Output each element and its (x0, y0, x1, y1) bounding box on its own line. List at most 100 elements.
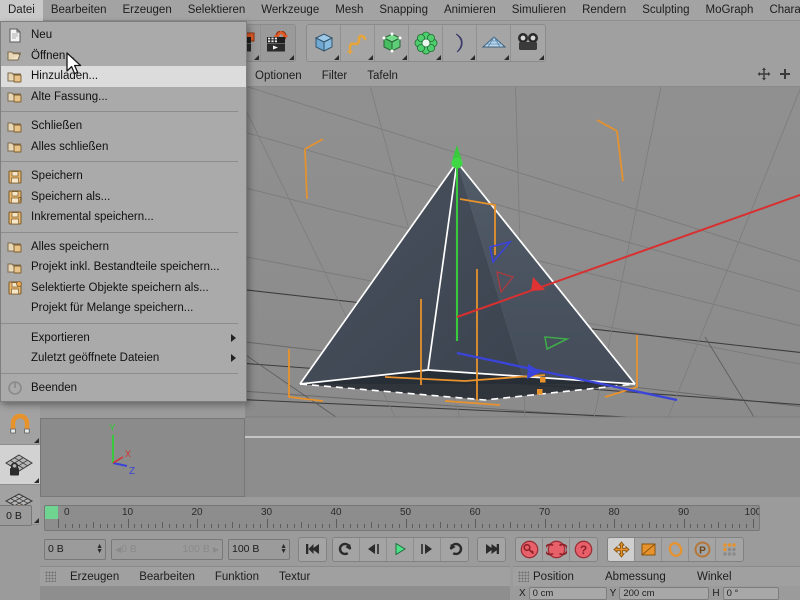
preview-range-field[interactable]: ◀ 0 B 100 B ▶ (111, 538, 223, 560)
file-menu-item-schlie-en[interactable]: Schließen (1, 116, 246, 137)
menu-item-mograph[interactable]: MoGraph (698, 0, 762, 21)
file-menu-item-alles-speichern[interactable]: Alles speichern (1, 237, 246, 258)
timeline-tick (551, 524, 553, 528)
spline-pen-icon[interactable] (341, 25, 375, 61)
position-x-field[interactable]: 0 cm (528, 586, 607, 600)
step-forward-icon[interactable] (414, 537, 441, 561)
material-menu-erzeugen[interactable]: Erzeugen (60, 571, 129, 583)
material-menu-textur[interactable]: Textur (269, 571, 320, 583)
perspective-viewport[interactable]: Optionen Filter Tafeln (245, 65, 800, 497)
timeline-tick (190, 524, 192, 528)
timeline-tick (259, 524, 261, 528)
step-back-icon[interactable] (360, 537, 387, 561)
menu-item-snapping[interactable]: Snapping (371, 0, 436, 21)
size-y-field[interactable]: 200 cm (619, 586, 710, 600)
range-end-value: 100 B (182, 543, 210, 555)
max-time-field[interactable]: 100 B ▲ ▼ (228, 538, 290, 560)
file-menu-item-selektierte-objekte-speichern-als[interactable]: Selektierte Objekte speichern als... (1, 278, 246, 299)
record-key-icon[interactable] (516, 537, 543, 561)
file-menu-item-alles-schlie-en[interactable]: Alles schließen (1, 137, 246, 158)
timeline-tick-label: 90 (677, 507, 690, 518)
go-to-end-icon[interactable] (478, 537, 505, 561)
max-time-stepper[interactable]: ▲ ▼ (280, 543, 287, 555)
generator-nurbs-icon[interactable] (375, 25, 409, 61)
timeline-tick (468, 524, 470, 528)
environment-floor-icon[interactable] (477, 25, 511, 61)
menu-item-simulieren[interactable]: Simulieren (504, 0, 574, 21)
range-right-arrow[interactable]: ▶ (213, 545, 219, 554)
menu-item-charak[interactable]: Charak (761, 0, 800, 21)
play-backward-loop-icon[interactable] (333, 537, 360, 561)
material-menu-bearbeiten[interactable]: Bearbeiten (129, 571, 205, 583)
zoom-view-icon[interactable] (778, 67, 792, 84)
key-rotation-icon[interactable] (662, 537, 689, 561)
file-menu-item-projekt-f-r-melange-speichern[interactable]: Projekt für Melange speichern... (1, 298, 246, 319)
autokey-icon[interactable] (543, 537, 570, 561)
timeline-tick (565, 524, 567, 528)
viewport-axis-preview-panel[interactable]: Y Z X (40, 418, 245, 497)
bend-deformer-icon[interactable] (443, 25, 477, 61)
play-icon[interactable] (387, 537, 414, 561)
file-menu-item-zuletzt-ge-ffnete-dateien[interactable]: Zuletzt geöffnete Dateien (1, 348, 246, 369)
viewport-menu-tafeln[interactable]: Tafeln (357, 70, 408, 82)
timeline-tick (620, 524, 622, 528)
material-menu-funktion[interactable]: Funktion (205, 571, 269, 583)
key-position-icon[interactable] (608, 537, 635, 561)
key-dots-icon[interactable] (716, 537, 743, 561)
cube-primitive-icon[interactable] (307, 25, 341, 61)
menu-item-datei[interactable]: Datei (0, 0, 43, 21)
file-menu-item-hinzuladen[interactable]: Hinzuladen... (1, 66, 246, 87)
menu-item-selektieren[interactable]: Selektieren (180, 0, 254, 21)
go-to-start-icon[interactable] (299, 537, 326, 561)
menu-item-mesh[interactable]: Mesh (327, 0, 371, 21)
menu-item-rendern[interactable]: Rendern (574, 0, 634, 21)
coordinates-manager-grip[interactable] (518, 571, 529, 582)
file-menu-item-alte-fassung[interactable]: Alte Fassung... (1, 87, 246, 108)
file-menu-item-neu[interactable]: Neu (1, 25, 246, 46)
file-menu-item-projekt-inkl-bestandteile-speichern[interactable]: Projekt inkl. Bestandteile speichern... (1, 257, 246, 278)
material-manager-area[interactable] (40, 586, 510, 600)
file-menu-item-beenden[interactable]: Beenden (1, 378, 246, 399)
file-menu-item-exportieren[interactable]: Exportieren (1, 328, 246, 349)
file-menu-item-speichern-als[interactable]: ? Speichern als... (1, 187, 246, 208)
file-menu-item-speichern[interactable]: Speichern (1, 166, 246, 187)
viewport-menu-filter[interactable]: Filter (312, 70, 358, 82)
camera-icon[interactable] (511, 25, 545, 61)
menu-item-sculpting[interactable]: Sculpting (634, 0, 697, 21)
file-menu-item-label: Hinzuladen... (31, 70, 99, 83)
timeline-tick (405, 519, 407, 528)
render-settings-icon[interactable] (261, 25, 295, 61)
menu-item-erzeugen[interactable]: Erzeugen (114, 0, 179, 21)
rotation-h-field[interactable]: 0 ° (722, 586, 779, 600)
array-deformer-icon[interactable] (409, 25, 443, 61)
viewport-3d-scene[interactable] (245, 66, 800, 497)
close-all-icon (1, 137, 29, 157)
timeline-tick (440, 522, 442, 528)
key-param-icon[interactable]: P (689, 537, 716, 561)
viewport-menu-optionen[interactable]: Optionen (245, 70, 312, 82)
menu-item-bearbeiten[interactable]: Bearbeiten (43, 0, 115, 21)
timeline-tick (245, 524, 247, 528)
grid-lock-icon[interactable] (0, 445, 40, 485)
pan-view-icon[interactable] (757, 67, 771, 84)
timeline-tick (718, 522, 720, 528)
current-time-field[interactable]: 0 B ▲ ▼ (44, 538, 106, 560)
material-manager-grip[interactable] (45, 571, 56, 582)
key-question-icon[interactable]: ? (570, 537, 597, 561)
timeline-playhead[interactable] (45, 506, 58, 519)
file-dropdown-menu[interactable]: Neu Öffnen... Hinzuladen... Alte Fassung...… (0, 21, 247, 402)
timeline-tick (141, 524, 143, 528)
loop-icon[interactable] (441, 537, 468, 561)
timeline-tick (544, 519, 546, 528)
file-menu-item-label: Speichern (31, 170, 83, 183)
file-menu-item--ffnen[interactable]: Öffnen... (1, 46, 246, 67)
file-menu-item-inkremental-speichern[interactable]: Inkremental speichern... (1, 207, 246, 228)
svg-text:?: ? (18, 197, 22, 204)
timeline-tick (99, 524, 101, 528)
magnet-snap-icon[interactable] (0, 405, 40, 445)
key-scale-icon[interactable] (635, 537, 662, 561)
current-time-stepper[interactable]: ▲ ▼ (96, 543, 103, 555)
timeline-ruler[interactable]: 0 10 20 30 40 50 60 70 80 90 100 (44, 505, 760, 531)
menu-item-werkzeuge[interactable]: Werkzeuge (253, 0, 327, 21)
menu-item-animieren[interactable]: Animieren (436, 0, 504, 21)
